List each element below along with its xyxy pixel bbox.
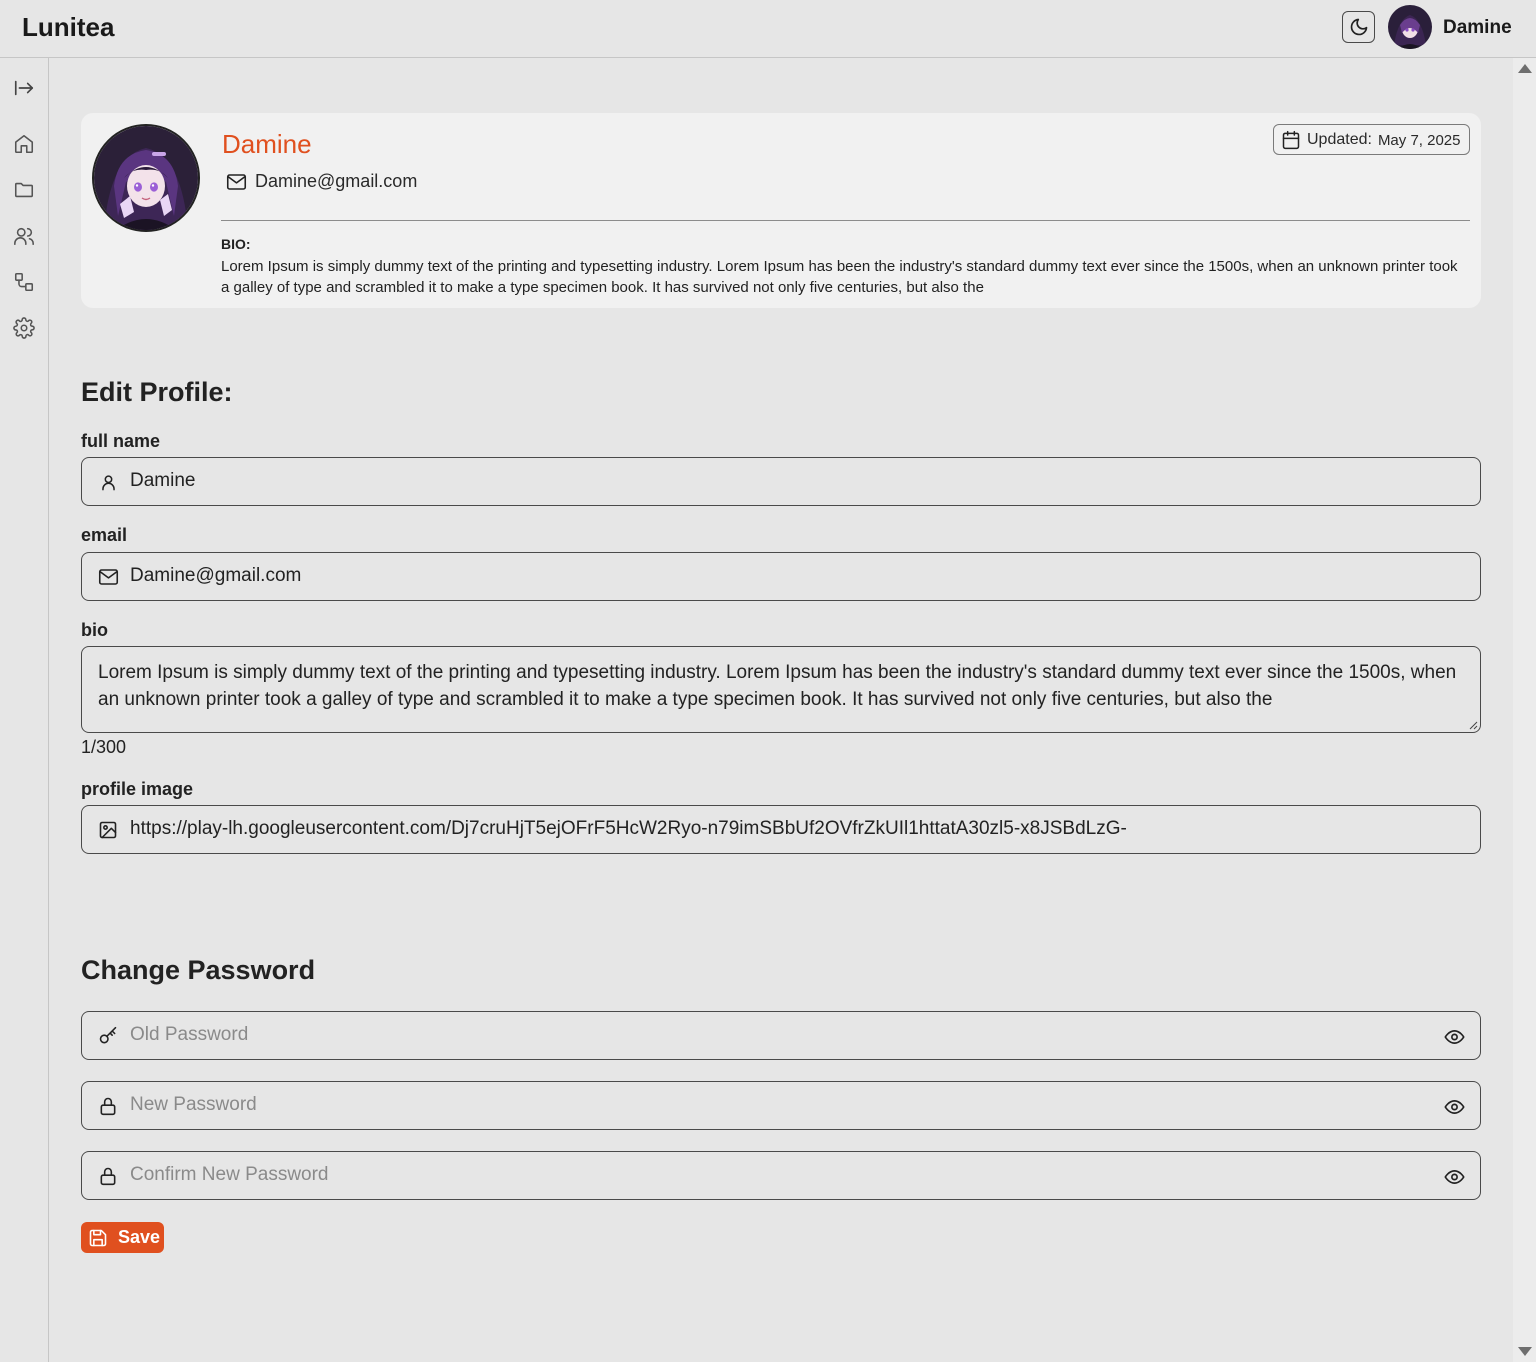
confirm-password-field[interactable]: Confirm New Password [81,1151,1481,1200]
user-icon [97,471,119,493]
email-value[interactable]: Damine@gmail.com [130,565,301,587]
edit-profile-heading: Edit Profile: [81,377,233,407]
profile-image-field[interactable]: https://play-lh.googleusercontent.com/Dj… [81,805,1481,854]
eye-icon[interactable] [1443,1027,1465,1047]
workflow-icon[interactable] [12,270,36,294]
users-icon[interactable] [12,224,36,248]
top-bar: Lunitea Damine [0,0,1536,58]
profile-email-text: Damine@gmail.com [255,171,418,191]
old-password-field[interactable]: Old Password [81,1011,1481,1060]
updated-badge: Updated: May 7, 2025 [1273,124,1470,155]
resize-grip-icon[interactable] [1468,720,1478,730]
app-title[interactable]: Lunitea [22,12,114,43]
mail-icon [226,173,247,191]
bio-char-counter: 1/300 [81,737,127,757]
change-password-heading: Change Password [81,955,316,985]
save-icon [88,1228,108,1248]
scrollbar[interactable] [1513,58,1536,1362]
new-password-field[interactable]: New Password [81,1081,1481,1130]
home-icon[interactable] [12,132,36,156]
old-password-input[interactable]: Old Password [130,1024,248,1046]
bio-label: bio [81,620,108,640]
profile-card: Damine Damine@gmail.com Updated: May 7, … [81,113,1481,308]
user-name[interactable]: Damine [1443,17,1512,39]
email-label: email [81,525,128,545]
save-label: Save [118,1227,161,1247]
bio-text: Lorem Ipsum is simply dummy text of the … [221,258,1458,296]
bio-textarea[interactable]: Lorem Ipsum is simply dummy text of the … [81,646,1481,733]
new-password-input[interactable]: New Password [130,1094,257,1116]
full-name-label: full name [81,431,161,451]
moon-icon [1349,17,1369,37]
full-name-field[interactable]: Damine [81,457,1481,506]
bio-heading: BIO: [221,236,251,252]
bio-value[interactable]: Lorem Ipsum is simply dummy text of the … [98,659,1468,713]
calendar-icon [1281,130,1301,150]
save-button[interactable]: Save [81,1222,164,1253]
sidebar [0,58,49,1362]
updated-label: Updated: [1307,130,1372,148]
scroll-up-arrow-icon[interactable] [1518,64,1532,73]
profile-image-label: profile image [81,779,194,799]
confirm-password-input[interactable]: Confirm New Password [130,1164,329,1186]
mail-icon [97,566,119,588]
full-name-value[interactable]: Damine [130,470,195,492]
updated-date: May 7, 2025 [1377,132,1461,149]
lock-icon [97,1095,119,1117]
theme-toggle-button[interactable] [1342,11,1375,43]
gear-icon[interactable] [12,316,36,340]
profile-email: Damine@gmail.com [226,171,417,192]
profile-name: Damine [222,129,312,159]
key-icon [97,1025,119,1047]
divider [221,220,1470,221]
profile-avatar [92,124,200,232]
image-icon [97,819,119,841]
email-field[interactable]: Damine@gmail.com [81,552,1481,601]
profile-image-url[interactable]: https://play-lh.googleusercontent.com/Dj… [130,818,1127,840]
scroll-down-arrow-icon[interactable] [1518,1347,1532,1356]
eye-icon[interactable] [1443,1167,1465,1187]
collapse-sidebar-icon[interactable] [12,76,36,100]
folder-icon[interactable] [12,178,36,202]
eye-icon[interactable] [1443,1097,1465,1117]
lock-icon [97,1165,119,1187]
avatar[interactable] [1388,5,1432,49]
